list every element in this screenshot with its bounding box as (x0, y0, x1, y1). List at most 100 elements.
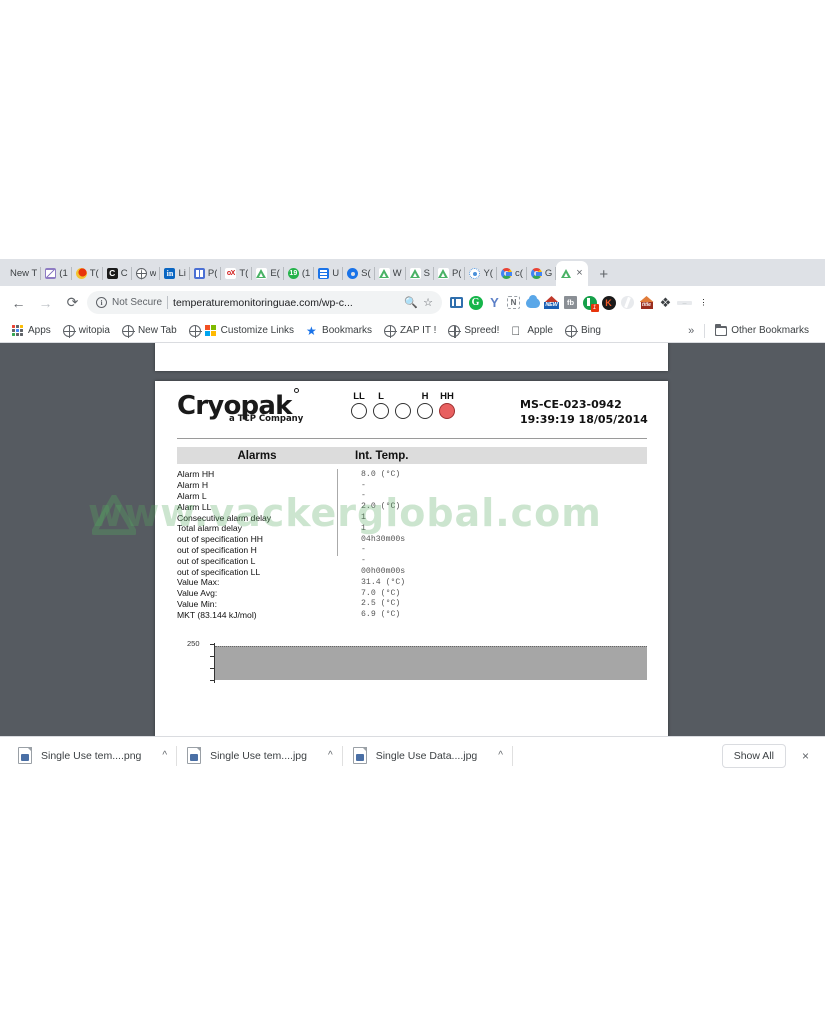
extension-tray: G Y N NEW fb 1 K title ❖ ---- ⋮ (448, 294, 712, 312)
bookmark-bing[interactable]: Bing (559, 321, 607, 341)
bookmark-label: New Tab (137, 325, 177, 336)
y-letter-icon[interactable]: Y (486, 294, 503, 311)
zoom-out-icon[interactable]: 🔍 (404, 296, 418, 309)
tab-17[interactable]: G (527, 261, 557, 286)
swirl-icon[interactable] (619, 294, 636, 311)
downloads-bar: Single Use tem....png ^ Single Use tem..… (0, 736, 825, 774)
bookmark-bookmarks[interactable]: ★ Bookmarks (300, 321, 378, 341)
row-value: 1 (361, 513, 366, 523)
tab-13[interactable]: S (406, 261, 434, 286)
bookmark-label: Apps (28, 325, 51, 336)
q-badge-icon[interactable]: 1 (581, 294, 599, 312)
tab-5[interactable]: in Li (160, 261, 190, 286)
tab-4[interactable]: w (132, 261, 161, 286)
download-filename: Single Use Data....jpg (375, 749, 478, 762)
tab-label: P( (207, 268, 218, 279)
browser-menu-icon[interactable]: ⋮ (695, 294, 712, 311)
mail-icon (45, 268, 57, 279)
chart-tick-mark (210, 644, 215, 645)
chevron-up-icon[interactable]: ^ (328, 750, 333, 761)
tab-2[interactable]: T( (72, 261, 103, 286)
table-row: Value Avg: 7.0 (°C) (177, 588, 647, 599)
bookmarks-bar: Apps witopia New Tab Customize Links ★ B… (0, 319, 825, 343)
column-header-alarms: Alarms (237, 449, 277, 462)
tab-12[interactable]: W (375, 261, 406, 286)
table-row: MKT (83.144 kJ/mol) 6.9 (°C) (177, 609, 647, 620)
row-value: 2.5 (°C) (361, 599, 401, 609)
bookmark-zap-it[interactable]: ZAP IT ! (378, 321, 442, 341)
temperature-chart: 250 (177, 639, 647, 691)
new-tab-button[interactable]: + (592, 262, 616, 286)
close-icon[interactable]: × (798, 749, 813, 763)
address-bar[interactable]: i Not Secure temperaturemonitoringuae.co… (87, 291, 442, 314)
alarms-table-body: Alarm HH 8.0 (°C) Alarm H - Alarm L - Al… (177, 469, 647, 620)
reload-button[interactable]: ⟳ (60, 290, 85, 315)
tab-11[interactable]: S( (343, 261, 375, 286)
download-item-2[interactable]: Single Use Data....jpg ^ (343, 737, 514, 775)
row-label: Consecutive alarm delay (177, 512, 272, 523)
k-circle-icon[interactable]: K (600, 294, 617, 311)
grammarly-icon[interactable]: G (467, 294, 484, 311)
gray-bar-icon[interactable]: ---- (676, 294, 693, 311)
download-item-0[interactable]: Single Use tem....png ^ (8, 737, 178, 775)
tab-18-active[interactable]: × (556, 261, 588, 286)
tab-15[interactable]: Y( (465, 261, 497, 286)
led-indicator (351, 403, 367, 419)
google-icon (500, 268, 512, 279)
cloud-icon[interactable] (524, 294, 541, 311)
tab-3[interactable]: C C (103, 261, 132, 286)
show-all-button[interactable]: Show All (721, 743, 786, 768)
row-value: - (361, 491, 366, 501)
green-triangle-icon (561, 268, 573, 279)
info-icon[interactable]: i (96, 297, 107, 308)
tab-label: New T (10, 268, 38, 279)
letter-c-icon: C (106, 268, 118, 279)
bookmark-new-tab[interactable]: New Tab (116, 321, 183, 341)
bookmark-customize-links[interactable]: Customize Links (183, 321, 300, 341)
bookmarks-divider (704, 323, 706, 338)
bookmark-apps[interactable]: Apps (6, 321, 57, 341)
report-timestamp: 19:39:19 18/05/2014 (520, 413, 648, 426)
bookmark-witopia[interactable]: witopia (57, 321, 116, 341)
notion-icon[interactable]: N (505, 294, 522, 311)
tab-0[interactable]: New T (2, 261, 42, 286)
bookmark-spreed[interactable]: Spreed! (442, 321, 505, 341)
tab-6[interactable]: P( (190, 261, 222, 286)
forward-button[interactable]: → (33, 290, 58, 315)
tab-9[interactable]: 19 (1 (284, 261, 315, 286)
browser-toolbar: ← → ⟳ i Not Secure temperaturemonitoring… (0, 286, 825, 319)
star-icon[interactable]: ☆ (423, 296, 433, 309)
download-item-1[interactable]: Single Use tem....jpg ^ (177, 737, 343, 775)
chevron-up-icon[interactable]: ^ (162, 750, 167, 761)
microsoft-icon (204, 324, 217, 337)
url-text[interactable]: temperaturemonitoringuae.com/wp-c... (173, 297, 399, 309)
row-value: 8.0 (°C) (361, 469, 401, 479)
close-icon[interactable]: × (576, 268, 582, 279)
chevron-up-icon[interactable]: ^ (498, 750, 503, 761)
bookmarks-overflow-button[interactable]: » (688, 325, 694, 337)
bookmark-apple[interactable]:  Apple (505, 321, 559, 341)
fb-icon[interactable]: fb (562, 294, 579, 311)
tab-14[interactable]: P( (434, 261, 466, 286)
tab-8[interactable]: E( (252, 261, 284, 286)
page-viewport[interactable]: Cryopak a TCP Company LL L H HH MS-CE-02… (0, 343, 825, 736)
back-button[interactable]: ← (6, 290, 31, 315)
row-value: 31.4 (°C) (361, 577, 406, 587)
other-bookmarks-folder[interactable]: Other Bookmarks (715, 321, 815, 341)
puzzle-icon[interactable]: ❖ (657, 294, 674, 311)
led-label: HH (440, 391, 454, 402)
tab-16[interactable]: c( (497, 261, 527, 286)
new-badge-icon[interactable]: NEW (543, 294, 560, 311)
tab-strip: New T (1 T( C C w in Li P(oX T(E(19 (… (0, 259, 825, 286)
tab-10[interactable]: U (314, 261, 344, 286)
led-indicator (395, 403, 411, 419)
chart-tick-mark (210, 680, 215, 681)
table-row: out of specification LL 00h00m00s (177, 566, 647, 577)
blue-reader-icon[interactable] (448, 294, 465, 311)
title-icon[interactable]: title (638, 294, 655, 311)
tab-1[interactable]: (1 (41, 261, 72, 286)
apple-icon:  (511, 325, 523, 337)
bookmark-label: Apple (527, 325, 553, 336)
green-circle-icon: 19 (287, 268, 299, 279)
tab-7[interactable]: oX T( (221, 261, 253, 286)
